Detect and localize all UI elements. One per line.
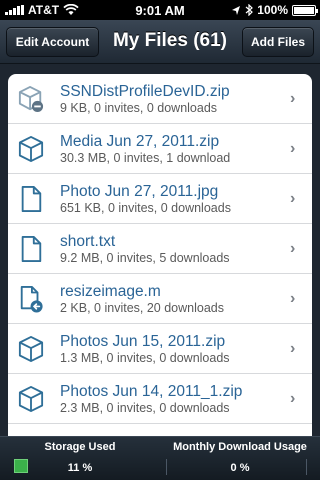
edit-account-button[interactable]: Edit Account <box>6 27 99 57</box>
file-texts: Media Jun 27, 2011.zip 30.3 MB, 0 invites… <box>60 132 290 166</box>
document-upload-icon <box>18 284 44 314</box>
file-row[interactable]: short.txt 9.2 MB, 0 invites, 5 downloads › <box>8 224 312 274</box>
zip-delete-icon <box>18 84 44 114</box>
file-name: short.txt <box>60 232 116 250</box>
download-value: 0 % <box>230 462 250 474</box>
battery-fill <box>294 6 314 14</box>
chevron-right-icon: › <box>290 139 296 157</box>
chevron-right-icon: › <box>290 89 296 107</box>
file-row[interactable]: Photos Jun 15, 2011.zip 1.3 MB, 0 invites… <box>8 324 312 374</box>
file-texts: Photos Jun 14, 2011_1.zip 2.3 MB, 0 invit… <box>60 382 290 416</box>
file-name: Photos Jun 14, 2011_1.zip <box>60 382 243 400</box>
file-name: Photos Jun 15, 2011.zip <box>60 332 226 350</box>
file-name: Photo Jun 27, 2011.jpg <box>60 182 219 200</box>
zip-icon <box>18 134 44 164</box>
file-meta: 1.3 MB, 0 invites, 0 downloads <box>60 350 230 365</box>
navigation-bar: Edit Account My Files (61) Add Files <box>0 20 320 64</box>
zip-icon <box>18 334 44 364</box>
storage-label: Storage Used <box>44 441 116 453</box>
download-label: Monthly Download Usage <box>173 441 307 453</box>
storage-indicator <box>14 459 28 473</box>
file-meta: 2.3 MB, 0 invites, 0 downloads <box>60 400 230 415</box>
file-row[interactable]: resizeimage.m 2 KB, 0 invites, 20 downloa… <box>8 274 312 324</box>
file-texts: SSNDistProfileDevID.zip 9 KB, 0 invites, … <box>60 82 290 116</box>
chevron-right-icon: › <box>290 239 296 257</box>
file-name: Media Jun 27, 2011.zip <box>60 132 220 150</box>
chevron-right-icon: › <box>290 189 296 207</box>
chevron-right-icon: › <box>290 339 296 357</box>
file-row[interactable]: Media Jun 27, 2011.zip 30.3 MB, 0 invites… <box>8 124 312 174</box>
file-row[interactable]: Photos Jun 14, 2011_1.zip 2.3 MB, 0 invit… <box>8 374 312 424</box>
file-meta: 9.2 MB, 0 invites, 5 downloads <box>60 250 230 265</box>
status-right: 100% <box>231 3 318 17</box>
file-row[interactable]: SSNDistProfileDevID.zip 9 KB, 0 invites, … <box>8 74 312 124</box>
file-meta: 9 KB, 0 invites, 0 downloads <box>60 100 218 115</box>
file-meta: 2 KB, 0 invites, 20 downloads <box>60 300 224 315</box>
download-stat: Monthly Download Usage 0 % <box>160 441 320 474</box>
add-files-button[interactable]: Add Files <box>242 27 314 57</box>
file-name: resizeimage.m <box>60 282 161 300</box>
usage-bar: Storage Used 11 % Monthly Download Usage… <box>0 436 320 480</box>
bluetooth-icon <box>245 4 254 16</box>
battery-percent: 100% <box>257 3 288 17</box>
page-title: My Files (61) <box>112 30 228 51</box>
document-icon <box>18 234 44 264</box>
location-icon <box>232 5 241 15</box>
file-texts: short.txt 9.2 MB, 0 invites, 5 downloads <box>60 232 290 266</box>
chevron-right-icon: › <box>290 289 296 307</box>
file-list: SSNDistProfileDevID.zip 9 KB, 0 invites, … <box>8 74 312 436</box>
file-meta: 651 KB, 0 invites, 0 downloads <box>60 200 231 215</box>
status-bar: AT&T 9:01 AM 100% <box>0 0 320 20</box>
file-texts: resizeimage.m 2 KB, 0 invites, 20 downloa… <box>60 282 290 316</box>
file-texts: Photo Jun 27, 2011.jpg 651 KB, 0 invites,… <box>60 182 290 216</box>
file-texts: Photos Jun 15, 2011.zip 1.3 MB, 0 invites… <box>60 332 290 366</box>
file-meta: 30.3 MB, 0 invites, 1 download <box>60 150 231 165</box>
file-name: SSNDistProfileDevID.zip <box>60 82 230 100</box>
file-row[interactable]: Photo Jun 27, 2011.jpg 651 KB, 0 invites,… <box>8 174 312 224</box>
zip-icon <box>18 384 44 414</box>
divider <box>306 459 307 475</box>
battery-icon <box>292 4 318 16</box>
chevron-right-icon: › <box>290 389 296 407</box>
document-icon <box>18 184 44 214</box>
